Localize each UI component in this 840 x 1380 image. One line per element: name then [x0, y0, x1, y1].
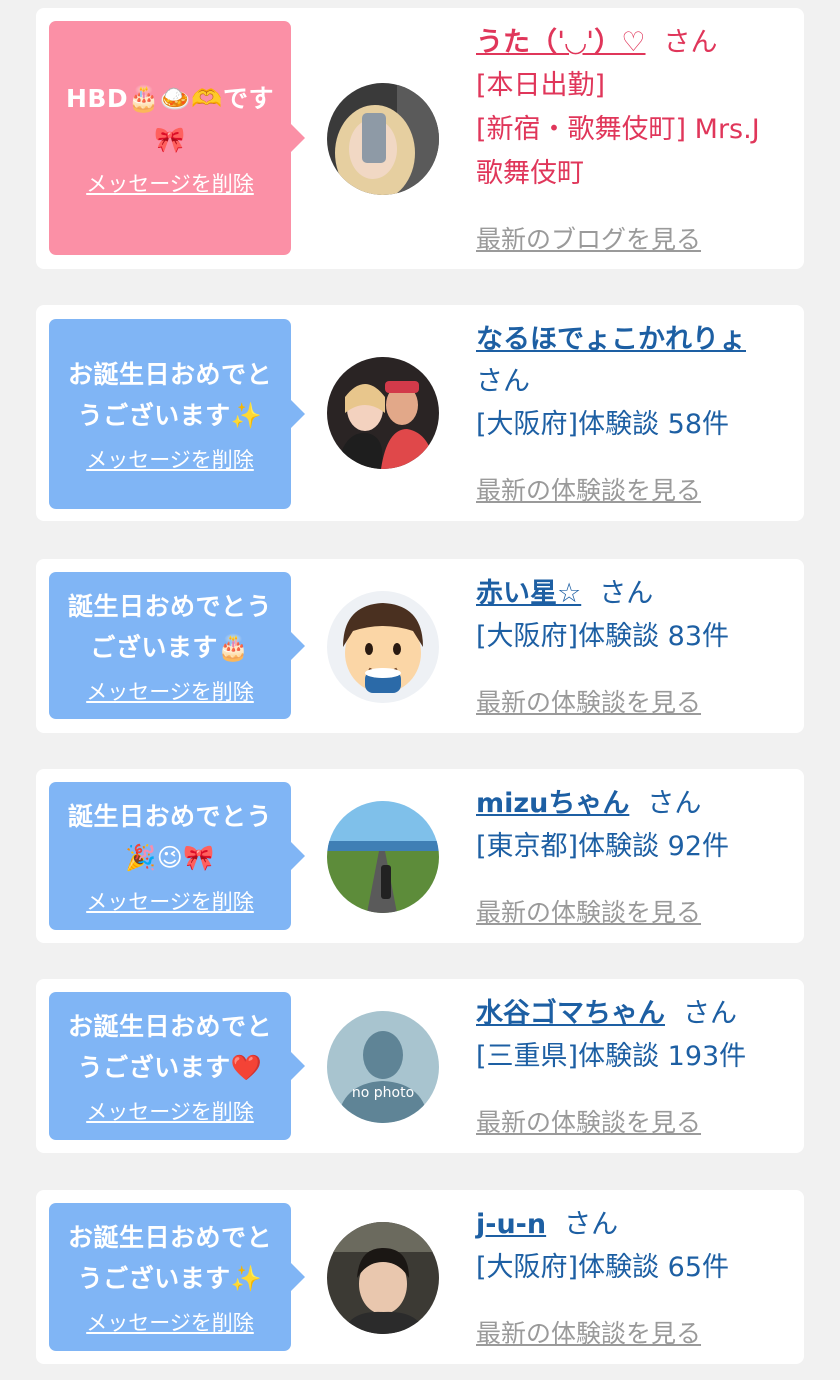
- honorific: さん: [647, 788, 702, 819]
- review-count: [大阪府]体験談 65件: [476, 1252, 730, 1283]
- message-text: HBD🎂🍛🫶です🎀: [65, 84, 275, 154]
- message-text: 誕生日おめでとう🎉😉🎀: [67, 802, 272, 872]
- user-name-link[interactable]: うた（ˈ◡ˈ）♡: [476, 27, 646, 58]
- message-bubble: HBD🎂🍛🫶です🎀 メッセージを削除: [49, 21, 305, 255]
- message-card: お誕生日おめでとうございます✨ メッセージを削除 j-u-n さん [大阪府]体験…: [36, 1190, 804, 1364]
- delete-message-link[interactable]: メッセージを削除: [86, 886, 254, 916]
- latest-review-link[interactable]: 最新の体験談を見る: [476, 1314, 701, 1350]
- avatar[interactable]: [327, 1222, 439, 1334]
- avatar[interactable]: [327, 801, 439, 913]
- message-card: お誕生日おめでとうございます✨ メッセージを削除 なるほでょこかれりょ さん […: [36, 305, 804, 521]
- message-card: HBD🎂🍛🫶です🎀 メッセージを削除 うた（ˈ◡ˈ）♡ さん [本日出勤] [新宿…: [36, 8, 804, 269]
- delete-message-link[interactable]: メッセージを削除: [86, 1096, 254, 1126]
- message-text: お誕生日おめでとうございます❤️: [67, 1012, 272, 1082]
- delete-message-link[interactable]: メッセージを削除: [86, 168, 254, 198]
- review-count: [三重県]体験談 193件: [476, 1041, 747, 1072]
- avatar-placeholder-text: no photo: [352, 1085, 414, 1101]
- message-card: お誕生日おめでとうございます❤️ メッセージを削除 no photo 水谷ゴマち…: [36, 979, 804, 1153]
- user-name-line: mizuちゃん さん: [476, 783, 796, 825]
- review-count: [東京都]体験談 92件: [476, 831, 730, 862]
- message-text: お誕生日おめでとうございます✨: [67, 1223, 272, 1293]
- latest-review-link[interactable]: 最新の体験談を見る: [476, 1103, 701, 1139]
- honorific: さん: [599, 578, 654, 609]
- latest-blog-link[interactable]: 最新のブログを見る: [476, 220, 701, 256]
- review-count: [大阪府]体験談 58件: [476, 409, 730, 440]
- avatar[interactable]: [327, 83, 439, 195]
- message-text: お誕生日おめでとうございます✨: [67, 360, 272, 430]
- honorific: さん: [663, 27, 718, 58]
- delete-message-link[interactable]: メッセージを削除: [86, 676, 254, 706]
- honorific: さん: [564, 1209, 619, 1240]
- message-bubble: お誕生日おめでとうございます❤️ メッセージを削除: [49, 992, 305, 1140]
- shop-text: [新宿・歌舞伎町] Mrs.J: [476, 114, 760, 145]
- latest-review-link[interactable]: 最新の体験談を見る: [476, 471, 701, 507]
- honorific: さん: [683, 998, 737, 1029]
- message-bubble: 誕生日おめでとうございます🎂 メッセージを削除: [49, 572, 305, 719]
- message-text: 誕生日おめでとうございます🎂: [67, 591, 272, 662]
- user-name-link[interactable]: mizuちゃん: [476, 788, 629, 819]
- avatar[interactable]: [327, 591, 439, 703]
- delete-message-link[interactable]: メッセージを削除: [86, 1307, 254, 1337]
- avatar[interactable]: [327, 357, 439, 469]
- message-bubble: お誕生日おめでとうございます✨ メッセージを削除: [49, 319, 305, 509]
- status-text: [本日出勤]: [476, 70, 606, 101]
- message-bubble: 誕生日おめでとう🎉😉🎀 メッセージを削除: [49, 782, 305, 930]
- avatar[interactable]: no photo: [327, 1011, 439, 1123]
- message-bubble: お誕生日おめでとうございます✨ メッセージを削除: [49, 1203, 305, 1351]
- latest-review-link[interactable]: 最新の体験談を見る: [476, 683, 701, 719]
- user-name-link[interactable]: 水谷ゴマちゃん: [476, 998, 665, 1029]
- user-name-line: なるほでょこかれりょ: [476, 319, 796, 361]
- message-card: 誕生日おめでとう🎉😉🎀 メッセージを削除 mizuちゃん さん [東京都]体験談 …: [36, 769, 804, 943]
- latest-review-link[interactable]: 最新の体験談を見る: [476, 893, 701, 929]
- area-text: 歌舞伎町: [476, 158, 584, 189]
- user-name-line: j-u-n さん: [476, 1204, 796, 1246]
- user-name-line: 水谷ゴマちゃん さん: [476, 993, 796, 1035]
- honorific: さん: [476, 366, 530, 397]
- message-card: 誕生日おめでとうございます🎂 メッセージを削除 赤い星☆ さん [大阪府]体験談 …: [36, 559, 804, 733]
- user-name-line: うた（ˈ◡ˈ）♡ さん: [476, 22, 796, 64]
- user-name-link[interactable]: 赤い星☆: [476, 578, 581, 609]
- user-name-line: 赤い星☆ さん: [476, 573, 796, 615]
- user-name-link[interactable]: j-u-n: [476, 1209, 546, 1240]
- delete-message-link[interactable]: メッセージを削除: [86, 444, 254, 474]
- user-name-link[interactable]: なるほでょこかれりょ: [476, 324, 746, 355]
- review-count: [大阪府]体験談 83件: [476, 621, 730, 652]
